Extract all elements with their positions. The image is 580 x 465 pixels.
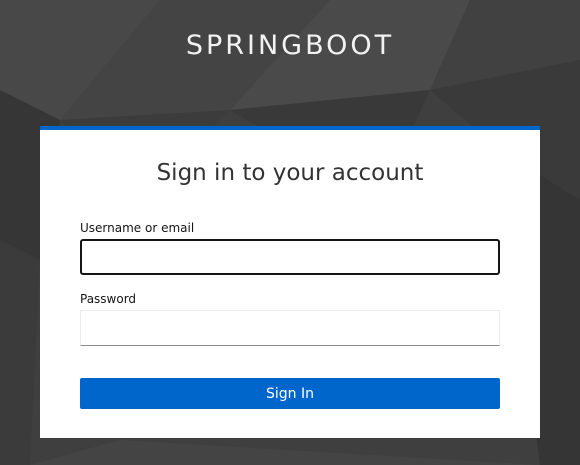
password-input[interactable]: [80, 310, 500, 346]
username-input[interactable]: [80, 239, 500, 275]
sign-in-button[interactable]: Sign In: [80, 378, 500, 409]
login-card: Sign in to your account Username or emai…: [40, 126, 540, 438]
realm-title: SPRINGBOOT: [185, 30, 395, 61]
page-title: Sign in to your account: [156, 160, 424, 186]
username-label: Username or email: [80, 221, 195, 235]
password-label: Password: [80, 292, 137, 306]
